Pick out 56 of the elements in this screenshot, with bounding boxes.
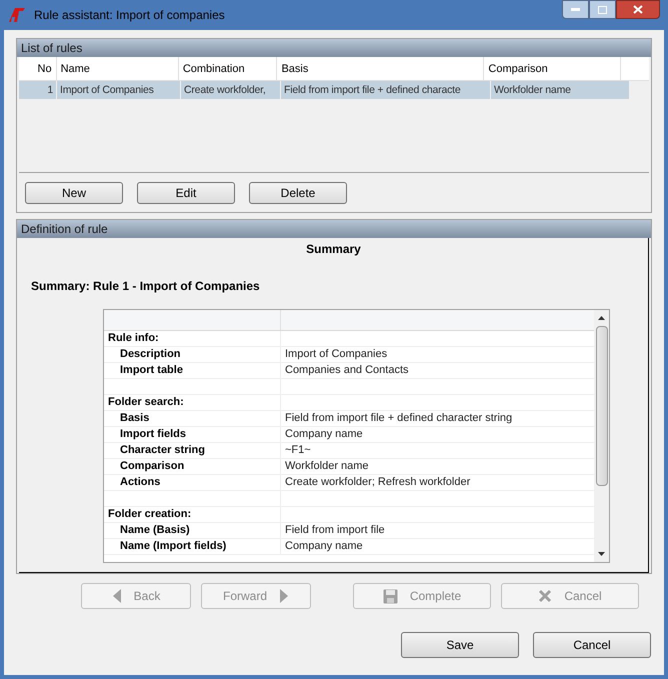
summary-value: ~F1~ — [285, 444, 311, 456]
action-button[interactable]: New — [25, 182, 123, 204]
summary-label: Basis — [120, 412, 150, 424]
maximize-icon — [598, 6, 607, 14]
column-header[interactable]: No — [19, 57, 57, 80]
panel-header: List of rules — [17, 39, 651, 57]
summary-value: Company name — [285, 428, 363, 440]
summary-heading: Summary — [305, 241, 362, 258]
right-arrow-icon — [279, 589, 289, 603]
summary-subheading: Summary: Rule 1 - Import of Companies — [31, 278, 261, 295]
table-row[interactable]: 1 Import of Companies Create workfolder, Field from import file + defined characte Workfolder name — [19, 81, 630, 99]
maximize-button[interactable] — [589, 0, 616, 19]
column-header[interactable]: Comparison — [484, 57, 622, 80]
dialog-button[interactable]: Save — [401, 632, 519, 658]
summary-value: Import of Companies — [285, 348, 388, 360]
summary-label: Import fields — [120, 428, 186, 440]
window-title: Rule assistant: Import of companies — [34, 7, 226, 24]
dialog-button[interactable]: Cancel — [533, 632, 651, 658]
summary-label: Folder search: — [108, 396, 184, 408]
summary-label: Actions — [120, 476, 160, 488]
action-button[interactable]: Edit — [137, 182, 235, 204]
summary-label: Description — [120, 348, 181, 360]
table-cell: 1 — [19, 81, 57, 99]
close-button[interactable] — [616, 0, 660, 19]
scroll-down-icon — [598, 552, 605, 556]
summary-label: Comparison — [120, 460, 184, 472]
summary-value: Workfolder name — [285, 460, 369, 472]
panel-header: Definition of rule — [17, 220, 651, 238]
app-logo-icon — [8, 7, 26, 23]
summary-value: Companies and Contacts — [285, 364, 409, 376]
column-header[interactable]: Combination — [178, 57, 278, 80]
summary-value: Field from import file — [285, 524, 385, 536]
close-icon — [538, 589, 552, 603]
summary-label: Import table — [120, 364, 183, 376]
summary-value: Company name — [285, 540, 363, 552]
column-header[interactable]: Basis — [277, 57, 484, 80]
summary-label: Character string — [120, 444, 205, 456]
scroll-thumb[interactable] — [596, 326, 608, 486]
table-cell: Field from import file + defined characte — [281, 81, 491, 99]
action-button[interactable]: Delete — [249, 182, 347, 204]
summary-value: Create workfolder; Refresh workfolder — [285, 476, 470, 488]
scrollbar[interactable] — [594, 310, 609, 562]
minimize-button[interactable] — [562, 0, 589, 19]
column-header[interactable]: Name — [56, 57, 179, 80]
summary-label: Name (Basis) — [120, 524, 190, 536]
close-icon — [633, 5, 643, 14]
table-cell: Import of Companies — [57, 81, 181, 99]
table-cell: Create workfolder, — [181, 81, 281, 99]
summary-label: Name (Import fields) — [120, 540, 226, 552]
scroll-up-icon — [598, 316, 605, 320]
minimize-icon — [571, 8, 580, 11]
summary-value: Field from import file + defined character string — [285, 412, 512, 424]
summary-label: Folder creation: — [108, 508, 192, 520]
summary-label: Rule info: — [108, 332, 159, 344]
table-cell: Workfolder name — [491, 81, 630, 99]
left-arrow-icon — [112, 589, 122, 603]
